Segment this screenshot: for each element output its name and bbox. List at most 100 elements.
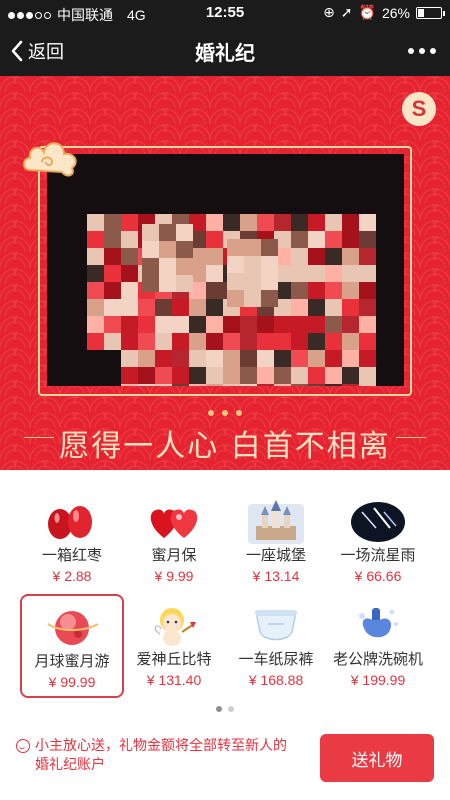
photo-mosaic-cell	[176, 224, 193, 241]
photo-mosaic-cell	[223, 214, 240, 231]
photo-mosaic-cell	[261, 273, 278, 290]
photo-mosaic-cell	[155, 350, 172, 367]
more-options-button[interactable]	[408, 48, 436, 54]
photo-mosaic-cell	[121, 350, 138, 367]
photo-mosaic-cell	[308, 350, 325, 367]
gift-name: 爱神丘比特	[136, 651, 212, 668]
alarm-icon: ⏰	[358, 4, 376, 20]
page-dot[interactable]	[228, 706, 234, 712]
photo-mosaic-cell	[159, 258, 176, 275]
decorative-dots	[0, 410, 450, 416]
gift-item-2[interactable]: 蜜月保 ¥ 9.99	[122, 490, 226, 594]
gift-item-5[interactable]: 月球蜜月游 ¥ 99.99	[20, 594, 124, 698]
gift-item-7[interactable]: 一车纸尿裤 ¥ 168.88	[224, 594, 328, 698]
photo-mosaic-cell	[206, 316, 223, 333]
gift-price: ¥ 199.99	[350, 672, 406, 688]
photo-mosaic-cell	[189, 333, 206, 350]
photo-mosaic-cell	[325, 367, 342, 384]
red-dates-icon	[44, 498, 100, 544]
photo-mosaic-cell	[308, 248, 325, 265]
photo-mosaic-cell	[104, 333, 121, 350]
photo-mosaic-cell	[325, 282, 342, 299]
photo-mosaic-cell	[176, 241, 193, 258]
photo-mosaic-cell	[257, 384, 274, 386]
photo-mosaic-cell	[325, 384, 342, 386]
photo-mosaic-cell	[291, 248, 308, 265]
photo-mosaic-cell	[142, 275, 159, 292]
photo-mosaic-cell	[121, 333, 138, 350]
photo-mosaic-cell	[104, 214, 121, 231]
photo-mosaic-cell	[223, 316, 240, 333]
cupid-icon	[146, 602, 202, 648]
page-indicator	[0, 706, 450, 712]
photo-mosaic-cell	[359, 350, 376, 367]
gift-item-3[interactable]: 一座城堡 ¥ 13.14	[224, 490, 328, 594]
more-dot-icon	[408, 48, 414, 54]
couple-photo	[47, 154, 404, 386]
photo-mosaic-cell	[291, 265, 308, 282]
photo-mosaic-cell	[244, 256, 261, 273]
photo-mosaic-cell	[172, 316, 189, 333]
send-gift-button[interactable]: 送礼物	[320, 734, 434, 782]
photo-mosaic-cell	[308, 214, 325, 231]
photo-mosaic-cell	[206, 231, 223, 248]
photo-mosaic-cell	[138, 299, 155, 316]
gift-name: 蜜月保	[151, 547, 197, 564]
photo-mosaic-cell	[359, 333, 376, 350]
photo-mosaic-cell	[159, 241, 176, 258]
photo-mosaic-cell	[121, 316, 138, 333]
photo-mosaic-cell	[87, 282, 104, 299]
photo-mosaic-cell	[325, 316, 342, 333]
photo-mosaic-cell	[342, 350, 359, 367]
photo-mosaic-cell	[189, 350, 206, 367]
page-dot[interactable]	[216, 706, 222, 712]
photo-mosaic-cell	[240, 384, 257, 386]
hearts-icon	[146, 498, 202, 544]
photo-mosaic-cell	[87, 214, 104, 231]
chevron-left-icon	[11, 40, 23, 62]
photo-mosaic-cell	[155, 333, 172, 350]
photo-mosaic-cell	[155, 384, 172, 386]
photo-mosaic-cell	[104, 265, 121, 282]
gift-item-8[interactable]: 老公牌洗碗机 ¥ 199.99	[326, 594, 430, 698]
brand-badge-icon[interactable]: S	[402, 92, 436, 126]
photo-mosaic-cell	[342, 214, 359, 231]
photo-mosaic-cell	[87, 316, 104, 333]
photo-mosaic-cell	[342, 231, 359, 248]
photo-mosaic-cell	[291, 367, 308, 384]
photo-mosaic-cell	[342, 367, 359, 384]
photo-mosaic-cell	[172, 367, 189, 384]
photo-mosaic-cell	[142, 241, 159, 258]
photo-mosaic-cell	[189, 384, 206, 386]
photo-mosaic-cell	[359, 299, 376, 316]
photo-mosaic-cell	[189, 299, 206, 316]
gift-item-4[interactable]: 一场流星雨 ¥ 66.66	[326, 490, 430, 594]
photo-mosaic-cell	[244, 290, 261, 307]
photo-mosaic-cell	[308, 333, 325, 350]
photo-mosaic-cell	[359, 248, 376, 265]
photo-mosaic-cell	[257, 214, 274, 231]
photo-mosaic-cell	[274, 367, 291, 384]
photo-mosaic-cell	[172, 384, 189, 386]
photo-mosaic-cell	[325, 214, 342, 231]
photo-mosaic-cell	[308, 299, 325, 316]
photo-mosaic-cell	[227, 290, 244, 307]
photo-mosaic-cell	[325, 231, 342, 248]
gift-price: ¥ 2.88	[52, 568, 92, 584]
photo-mosaic-cell	[359, 282, 376, 299]
photo-mosaic-cell	[342, 299, 359, 316]
slogan-text: 愿得一人心 白首不相离	[59, 429, 391, 464]
meteor-shower-icon	[350, 498, 406, 544]
gift-item-1[interactable]: 一箱红枣 ¥ 2.88	[20, 490, 124, 594]
photo-mosaic-cell	[325, 248, 342, 265]
photo-mosaic-cell	[121, 214, 138, 231]
photo-mosaic-cell	[189, 316, 206, 333]
photo-mosaic-cell	[155, 367, 172, 384]
gift-item-6[interactable]: 爱神丘比特 ¥ 131.40	[122, 594, 226, 698]
gift-price: ¥ 168.88	[248, 672, 304, 688]
photo-mosaic-cell	[87, 333, 104, 350]
back-button[interactable]: 返回	[10, 38, 64, 64]
photo-mosaic-cell	[342, 316, 359, 333]
auspicious-cloud-icon	[23, 142, 77, 177]
photo-mosaic-cell	[308, 367, 325, 384]
